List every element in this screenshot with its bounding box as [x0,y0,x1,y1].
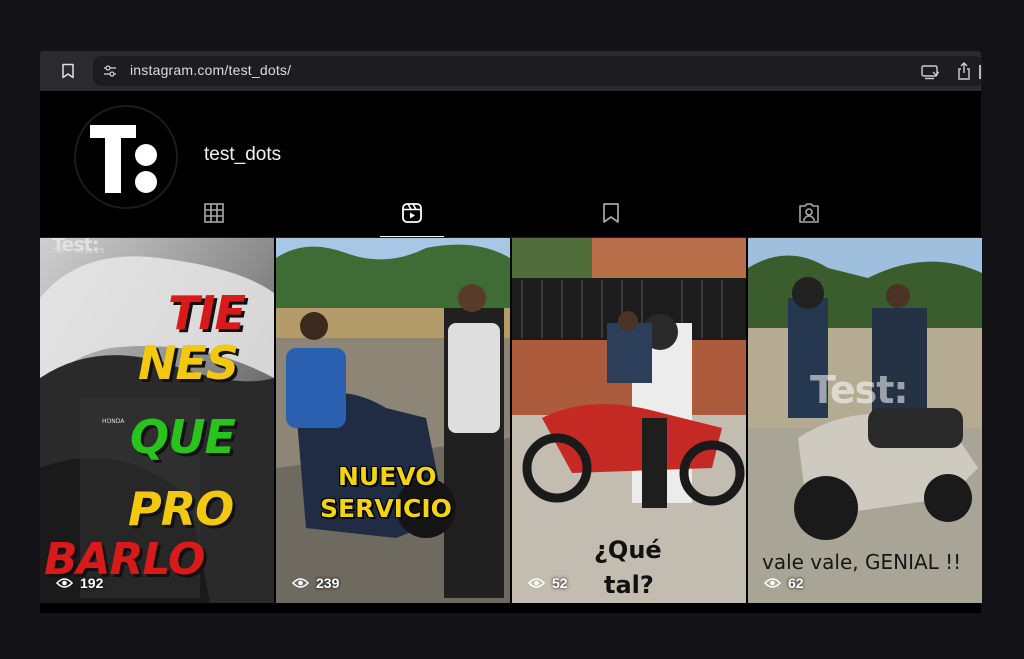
view-count: 192 [56,575,103,591]
eye-icon [764,578,781,588]
rider-patch-text: HONDA [102,418,125,425]
view-count: 62 [764,575,804,591]
reel-2-image [276,238,510,603]
view-count: 52 [528,575,568,591]
share-icon[interactable] [956,62,972,80]
view-count-value: 62 [788,575,804,591]
bookmark-toolbar-icon[interactable] [60,63,76,79]
reel-3-caption-2: tal? [604,571,654,599]
view-count: 239 [292,575,339,591]
overlay-line-2: NES [138,336,239,390]
reel-thumbnail-2[interactable]: NUEVO SERVICIO 239 [276,238,510,603]
eye-icon [528,578,545,588]
tab-saved-bookmark-icon[interactable] [600,202,622,224]
reel-thumbnail-4[interactable]: Test: vale vale, GENIAL !! 62 [748,238,982,603]
eye-icon [292,578,309,588]
profile-page: test_dots HONDA Test: TDP - 10/12/25 TIE… [40,91,982,613]
reel-2-caption-2: SERVICIO [320,494,452,523]
reel-1-stamp: TDP - 10/12/25 [52,247,105,255]
reel-2-caption-1: NUEVO [338,462,437,491]
reel-4-image [748,238,982,603]
reel-thumbnail-1[interactable]: HONDA Test: TDP - 10/12/25 TIE NES QUE P… [40,238,274,603]
view-count-value: 192 [80,575,104,591]
view-count-value: 239 [316,575,340,591]
overlay-line-3: QUE [130,410,236,464]
tab-posts-grid-icon[interactable] [203,202,225,224]
reel-4-caption: vale vale, GENIAL !! [762,550,962,574]
overlay-line-1: TIE [168,286,246,340]
tab-tagged-icon[interactable] [798,202,820,224]
toolbar-divider [979,65,981,79]
profile-username[interactable]: test_dots [204,144,281,166]
eye-icon [56,578,73,588]
reel-thumbnail-3[interactable]: ¿Qué tal? 52 [512,238,746,603]
url-field[interactable]: instagram.com/test_dots/ [93,56,983,86]
browser-address-bar: instagram.com/test_dots/ [40,51,983,91]
reel-4-watermark: Test: [810,368,909,412]
test-dots-logo [90,125,157,193]
site-settings-icon[interactable] [103,64,117,78]
tab-reels-icon[interactable] [401,202,423,224]
avatar[interactable] [74,105,178,209]
overlay-line-4: PRO [128,482,234,536]
view-count-value: 52 [552,575,568,591]
install-app-icon[interactable] [921,64,939,80]
url-text[interactable]: instagram.com/test_dots/ [130,62,291,78]
reel-3-caption-1: ¿Qué [594,536,662,564]
